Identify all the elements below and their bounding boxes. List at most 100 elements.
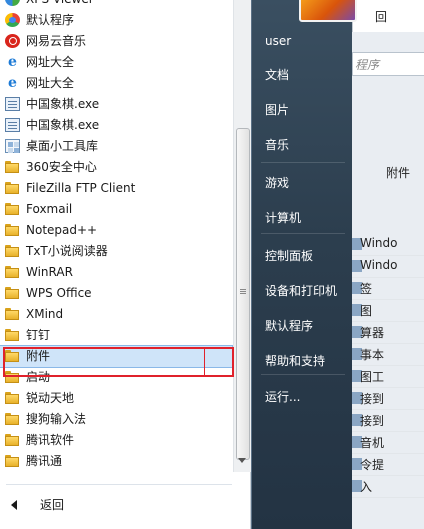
scroll-down-arrow-icon[interactable]	[238, 458, 246, 463]
background-list-item: 签	[352, 278, 424, 300]
program-label: 默认程序	[26, 13, 75, 27]
folder-icon	[5, 160, 20, 174]
divider	[261, 374, 345, 375]
program-label: 360安全中心	[26, 160, 97, 174]
program-label: 锐动天地	[26, 391, 75, 405]
folder-icon	[5, 349, 20, 363]
background-list-item: Windo	[352, 256, 424, 278]
back-arrow-icon	[11, 500, 17, 510]
program-item[interactable]: 启动	[0, 367, 232, 388]
folder-icon	[5, 307, 20, 321]
gadget-gallery-icon	[5, 139, 20, 153]
program-label: 钉钉	[26, 328, 51, 342]
exe-icon	[5, 118, 20, 132]
background-list-item: 令提	[352, 454, 424, 476]
background-attach-label: 附件	[386, 166, 411, 180]
pictures-link[interactable]: 图片	[265, 98, 351, 122]
program-label: 腾讯软件	[26, 433, 75, 447]
program-label: 网址大全	[26, 76, 75, 90]
program-item[interactable]: 默认程序	[0, 10, 232, 31]
default-programs-link[interactable]: 默认程序	[265, 314, 351, 338]
program-item[interactable]: 桌面小工具库	[0, 136, 232, 157]
back-button[interactable]: 返回	[0, 494, 232, 516]
program-item[interactable]: Foxmail	[0, 199, 232, 220]
program-item[interactable]: 中国象棋.exe	[0, 94, 232, 115]
program-item[interactable]: 360安全中心	[0, 157, 232, 178]
folder-icon	[5, 202, 20, 216]
program-item[interactable]: 腾讯软件	[0, 430, 232, 451]
program-item[interactable]: Notepad++	[0, 220, 232, 241]
folder-icon	[5, 244, 20, 258]
program-label: 搜狗输入法	[26, 412, 87, 426]
program-label: XMind	[26, 307, 64, 321]
background-list-item: 音机	[352, 432, 424, 454]
highlight-box-divider	[204, 348, 205, 376]
divider	[261, 233, 345, 234]
program-label: 中国象棋.exe	[26, 97, 100, 111]
program-item[interactable]: 钉钉	[0, 325, 232, 346]
documents-link[interactable]: 文档	[265, 63, 351, 87]
folder-icon	[5, 433, 20, 447]
program-label: WinRAR	[26, 265, 73, 279]
program-item[interactable]: 腾讯通	[0, 451, 232, 472]
background-list-item: 接到	[352, 388, 424, 410]
program-item[interactable]: e 网址大全	[0, 52, 232, 73]
folder-icon	[5, 181, 20, 195]
folder-icon	[5, 265, 20, 279]
program-item[interactable]: FileZilla FTP Client	[0, 178, 232, 199]
help-support-link[interactable]: 帮助和支持	[265, 349, 351, 373]
user-picture[interactable]	[299, 0, 357, 22]
scroll-thumb[interactable]	[236, 128, 250, 460]
control-panel-link[interactable]: 控制面板	[265, 244, 351, 268]
program-item[interactable]: 搜狗输入法	[0, 409, 232, 430]
program-label: Notepad++	[26, 223, 98, 237]
program-item[interactable]: XPS Viewer	[0, 0, 232, 10]
program-item[interactable]: e 网址大全	[0, 73, 232, 94]
folder-icon	[5, 391, 20, 405]
program-label: 中国象棋.exe	[26, 118, 100, 132]
user-link[interactable]: user	[265, 29, 351, 53]
ie-icon: e	[8, 75, 17, 91]
xps-viewer-icon	[5, 0, 20, 6]
folder-icon	[5, 286, 20, 300]
folder-icon	[5, 412, 20, 426]
background-window-title: 回	[375, 10, 388, 24]
background-search-text: 程序	[355, 58, 380, 72]
netease-music-icon	[5, 34, 20, 48]
folder-icon	[5, 454, 20, 468]
program-label: 附件	[26, 349, 51, 363]
background-search-box: 程序	[352, 52, 424, 76]
program-label: FileZilla FTP Client	[26, 181, 136, 195]
program-item[interactable]: 附件	[0, 345, 233, 368]
background-list-item: Windo	[352, 234, 424, 256]
background-list-item: 图	[352, 300, 424, 322]
back-label: 返回	[40, 498, 65, 512]
program-label: 网易云音乐	[26, 34, 87, 48]
program-item[interactable]: 锐动天地	[0, 388, 232, 409]
folder-icon	[5, 328, 20, 342]
run-link[interactable]: 运行...	[265, 385, 351, 409]
program-item[interactable]: WinRAR	[0, 262, 232, 283]
music-link[interactable]: 音乐	[265, 133, 351, 157]
folder-icon	[5, 223, 20, 237]
ie-icon: e	[8, 54, 17, 70]
program-item[interactable]: XMind	[0, 304, 232, 325]
program-label: WPS Office	[26, 286, 92, 300]
folder-icon	[5, 370, 20, 384]
program-label: 启动	[26, 370, 51, 384]
background-list-item: 入	[352, 476, 424, 498]
program-item[interactable]: 网易云音乐	[0, 31, 232, 52]
computer-link[interactable]: 计算机	[265, 206, 351, 230]
program-item[interactable]: 中国象棋.exe	[0, 115, 232, 136]
program-item[interactable]: TxT小说阅读器	[0, 241, 232, 262]
program-label: Foxmail	[26, 202, 73, 216]
divider	[261, 162, 345, 163]
programs-scrollbar[interactable]	[233, 0, 251, 472]
program-label: XPS Viewer	[26, 0, 94, 6]
devices-printers-link[interactable]: 设备和打印机	[265, 279, 351, 303]
program-item[interactable]: WPS Office	[0, 283, 232, 304]
start-menu-right-pane: user 文档图片音乐游戏计算机控制面板设备和打印机 默认程序帮助和支持运行...	[251, 0, 357, 529]
program-label: 腾讯通	[26, 454, 63, 468]
start-menu-programs-pane: XPS Viewer 默认程序网易云音乐 e 网址大全 e 网址大全中国象棋.exe 中国象…	[0, 0, 251, 529]
games-link[interactable]: 游戏	[265, 171, 351, 195]
